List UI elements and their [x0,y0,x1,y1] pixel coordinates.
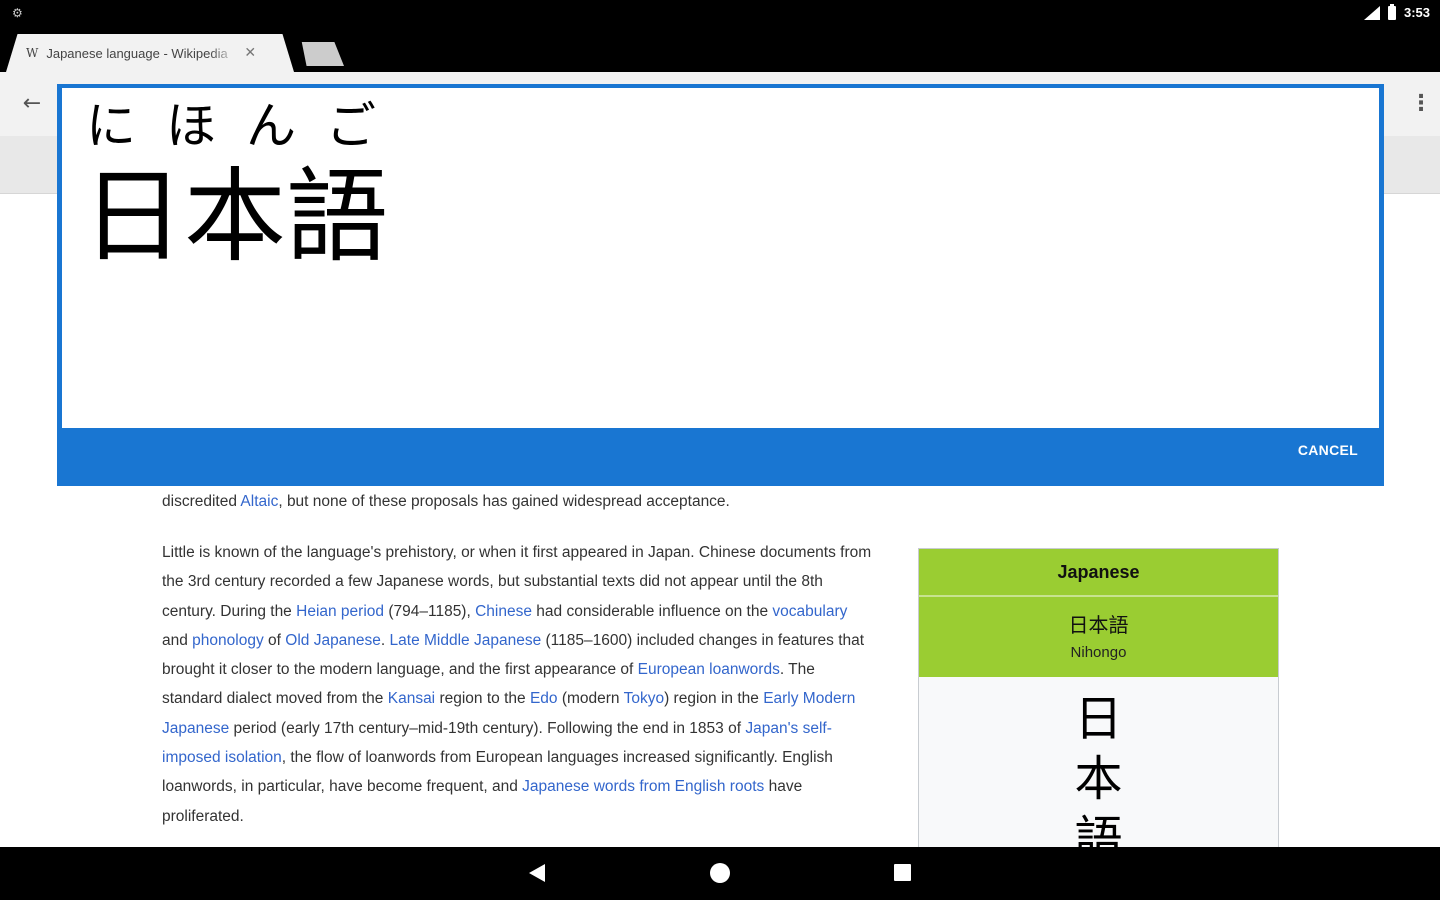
link-kansai[interactable]: Kansai [388,690,435,707]
navigation-bar [0,847,1440,900]
notification-icon: ⚙ [12,6,23,20]
text: (794–1185), [384,602,476,620]
wikipedia-favicon-icon: W [26,46,39,60]
paragraph-history: Little is known of the language's prehis… [162,538,874,831]
nav-back-icon[interactable] [529,864,545,882]
link-chinese[interactable]: Chinese [475,603,532,620]
link-phonology[interactable]: phonology [192,632,264,649]
link-altaic[interactable]: Altaic [240,493,278,510]
link-vocabulary[interactable]: vocabulary [772,603,847,620]
handwriting-input-dialog: にほんご 日本語 CANCEL [57,84,1384,486]
text: (modern [557,690,624,708]
status-bar: ⚙ 3:53 [0,0,1440,30]
new-tab-button[interactable] [301,42,344,66]
nav-recents-icon[interactable] [894,864,911,881]
infobox-native-name: 日本語 Nihongo [919,597,1278,677]
close-tab-icon[interactable]: ✕ [244,45,256,61]
calligraphy-char: 本 [1074,751,1123,807]
handwritten-furigana: にほんご [86,97,406,155]
text: period (early 17th century–mid-19th cent… [229,719,746,737]
text: ) region in the [664,690,764,708]
nav-home-icon[interactable] [710,863,730,883]
calligraphy-char: 語 [1074,811,1123,847]
link-heian-period[interactable]: Heian period [296,603,384,620]
infobox-title: Japanese [919,549,1278,597]
link-late-middle-japanese[interactable]: Late Middle Japanese [390,632,542,649]
link-european-loanwords[interactable]: European loanwords [638,661,780,678]
signal-icon [1363,5,1380,20]
cancel-button[interactable]: CANCEL [1298,442,1358,458]
calligraphy-char: 日 [1074,691,1123,747]
calligraphy-image[interactable]: 日 本 語 [919,677,1278,847]
tab-strip: W Japanese language - Wikipedia ✕ [0,30,1440,72]
romanization: Nihongo [1070,644,1127,661]
paragraph-lead: discredited Altaic, but none of these pr… [162,491,882,513]
text: had considerable influence on the [531,602,773,620]
text: and [162,631,193,649]
overflow-menu-icon[interactable]: ⋮ [1410,90,1432,118]
handwriting-canvas[interactable]: にほんご 日本語 [62,88,1379,428]
tab-japanese-language[interactable]: W Japanese language - Wikipedia ✕ [6,34,294,72]
native-name: 日本語 [1068,613,1129,637]
infobox: Japanese 日本語 Nihongo 日 本 語 [918,548,1279,847]
text: region to the [435,690,530,708]
handwritten-kanji: 日本語 [82,158,388,277]
text: , but none of these proposals has gained… [278,493,730,510]
tab-title: Japanese language - Wikipedia [46,45,228,61]
status-icons: 3:53 [1363,3,1430,20]
text: discredited [162,493,241,510]
link-tokyo[interactable]: Tokyo [624,690,665,707]
text: . [380,631,390,649]
link-edo[interactable]: Edo [530,690,558,707]
article-body: discredited Altaic, but none of these pr… [162,491,882,831]
link-old-japanese[interactable]: Old Japanese [285,632,381,649]
back-arrow-icon[interactable]: ← [18,90,46,118]
text: of [263,631,286,649]
clock: 3:53 [1403,5,1430,20]
battery-icon [1387,3,1396,20]
link-japanese-words-from-english-roots[interactable]: Japanese words from English roots [522,778,764,795]
